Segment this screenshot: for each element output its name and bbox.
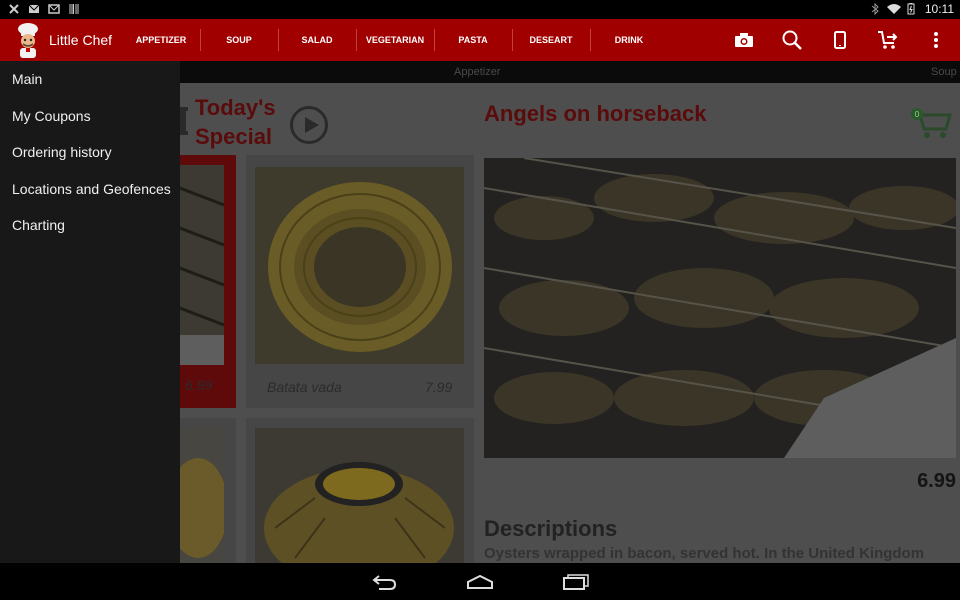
chef-logo-icon[interactable] bbox=[12, 22, 44, 58]
tab-deseart[interactable]: DESEART bbox=[512, 19, 590, 61]
drawer-item-ordering-history[interactable]: Ordering history bbox=[0, 134, 180, 171]
category-tabs: APPETIZER SOUP SALAD VEGETARIAN PASTA DE… bbox=[122, 19, 668, 61]
drawer-item-charting[interactable]: Charting bbox=[0, 207, 180, 244]
description-heading: Descriptions bbox=[484, 516, 618, 541]
tab-vegetarian[interactable]: VEGETARIAN bbox=[356, 19, 434, 61]
gmail-icon bbox=[48, 4, 60, 14]
system-navigation-bar bbox=[0, 563, 960, 600]
food-image bbox=[255, 428, 464, 563]
special-card[interactable]: 6.99 bbox=[172, 155, 236, 408]
special-card[interactable] bbox=[172, 418, 236, 563]
special-card[interactable] bbox=[246, 418, 474, 563]
back-button[interactable] bbox=[366, 571, 402, 593]
close-x-icon bbox=[9, 4, 19, 14]
tab-drink[interactable]: DRINK bbox=[590, 19, 668, 61]
cart-forward-button[interactable] bbox=[864, 19, 912, 61]
camera-button[interactable] bbox=[720, 19, 768, 61]
action-buttons bbox=[720, 19, 960, 61]
overflow-menu-button[interactable] bbox=[912, 19, 960, 61]
bluetooth-icon bbox=[871, 3, 879, 15]
mail-icon bbox=[28, 4, 40, 13]
add-to-cart-icon[interactable]: 0 bbox=[910, 105, 952, 139]
special-card[interactable]: Batata vada 7.99 bbox=[246, 155, 474, 408]
tab-soup[interactable]: SOUP bbox=[200, 19, 278, 61]
product-price: 6.99 bbox=[917, 470, 956, 492]
product-title: Angels on horseback bbox=[484, 101, 707, 126]
search-icon bbox=[782, 30, 802, 50]
battery-icon bbox=[907, 3, 915, 15]
overflow-menu-icon bbox=[934, 32, 938, 48]
description-text: Oysters wrapped in bacon, served hot. In… bbox=[484, 545, 925, 562]
todays-special-title: Today's Special bbox=[195, 95, 276, 149]
status-bar: 10:11 bbox=[0, 0, 960, 19]
sub-tab-current[interactable]: Appetizer bbox=[454, 66, 500, 78]
play-button[interactable] bbox=[290, 106, 328, 144]
special-card-name: Batata vada bbox=[267, 379, 342, 395]
back-icon bbox=[372, 575, 397, 590]
drawer-item-main[interactable]: Main bbox=[0, 61, 180, 98]
special-card-price: 6.99 bbox=[185, 377, 213, 393]
recents-button[interactable] bbox=[558, 571, 594, 593]
phone-icon bbox=[834, 31, 846, 49]
home-button[interactable] bbox=[462, 571, 498, 593]
barcode-icon bbox=[69, 4, 79, 14]
action-bar: Little Chef APPETIZER SOUP SALAD VEGETAR… bbox=[0, 19, 960, 61]
recents-icon bbox=[563, 574, 589, 590]
camera-icon bbox=[735, 33, 753, 47]
tab-appetizer[interactable]: APPETIZER bbox=[122, 19, 200, 61]
clock: 10:11 bbox=[924, 2, 954, 16]
navigation-drawer: Main My Coupons Ordering history Locatio… bbox=[0, 61, 180, 563]
tab-pasta[interactable]: PASTA bbox=[434, 19, 512, 61]
phone-button[interactable] bbox=[816, 19, 864, 61]
home-icon bbox=[467, 575, 493, 589]
product-image bbox=[484, 158, 956, 458]
drawer-item-locations-geofences[interactable]: Locations and Geofences bbox=[0, 171, 180, 208]
cart-count: 0 bbox=[915, 110, 920, 119]
special-card-price: 7.99 bbox=[425, 379, 453, 395]
search-button[interactable] bbox=[768, 19, 816, 61]
sub-tab-next[interactable]: Soup bbox=[931, 66, 957, 78]
wifi-icon bbox=[886, 4, 901, 14]
app-title: Little Chef bbox=[49, 32, 113, 48]
food-image bbox=[255, 167, 464, 364]
tab-salad[interactable]: SALAD bbox=[278, 19, 356, 61]
cart-forward-icon bbox=[878, 31, 898, 49]
drawer-item-my-coupons[interactable]: My Coupons bbox=[0, 98, 180, 135]
